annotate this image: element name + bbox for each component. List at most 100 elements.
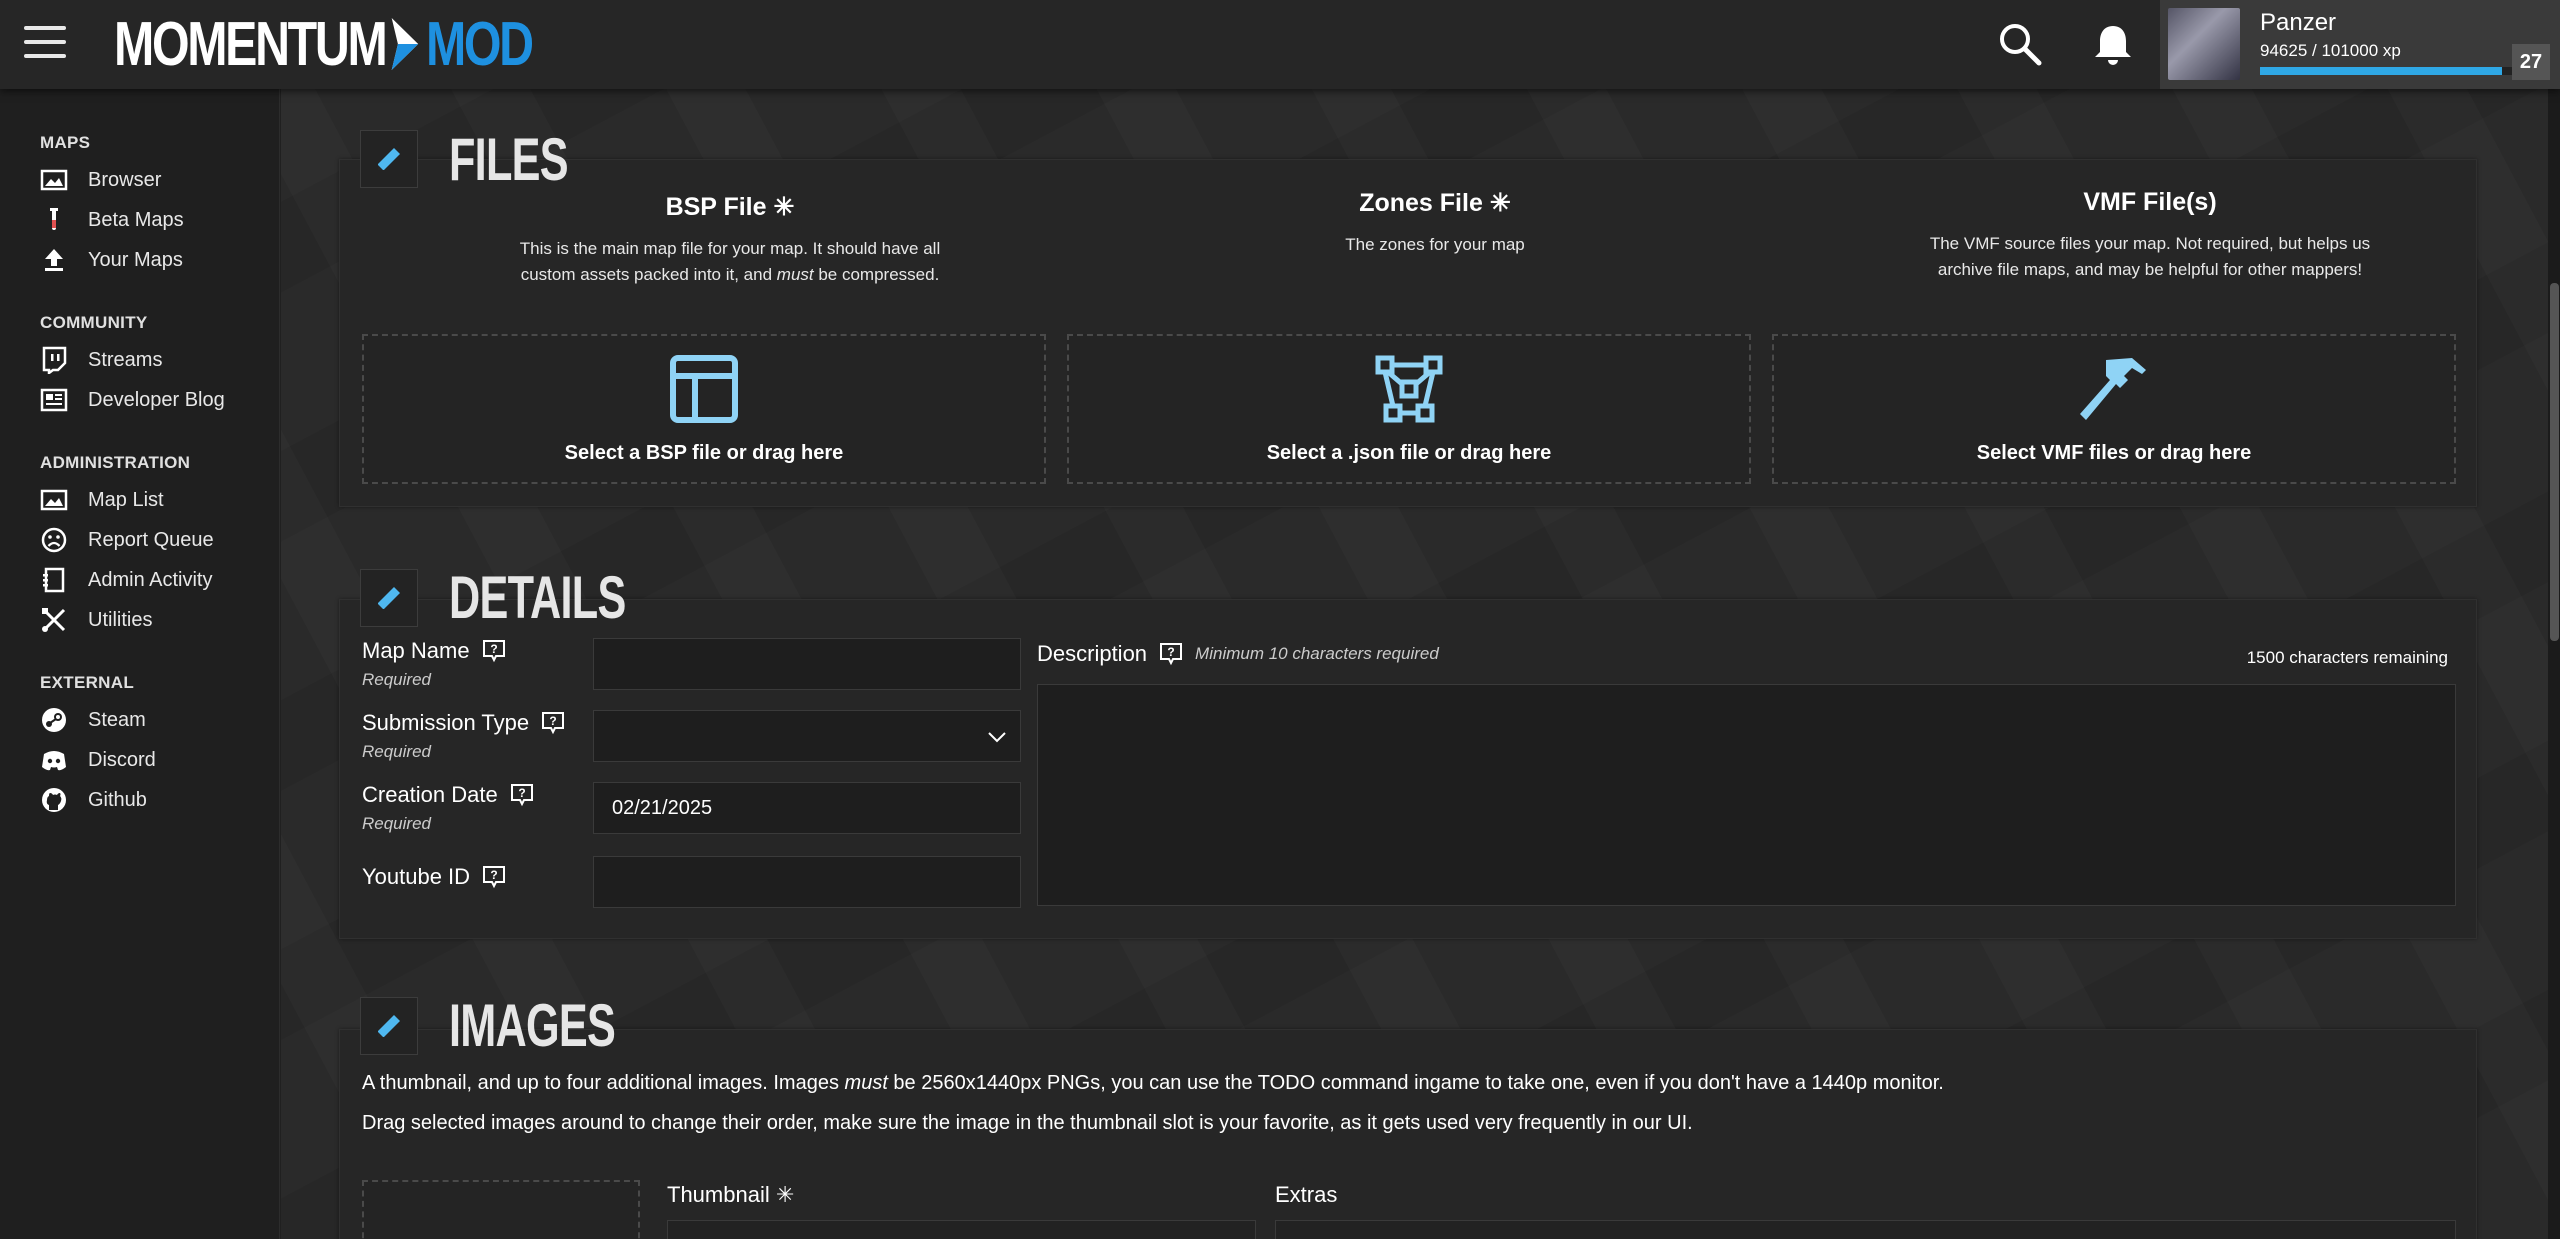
bell-icon[interactable] — [2092, 22, 2134, 66]
logo-text-left: MOMENTUM — [114, 9, 388, 79]
scrollbar-thumb[interactable] — [2550, 283, 2559, 641]
help-icon[interactable]: ? — [1159, 642, 1183, 666]
vector-shape-icon — [1375, 355, 1443, 423]
required-mark: ✳ — [775, 1182, 795, 1207]
extras-slot[interactable] — [1275, 1220, 2456, 1239]
vmf-desc-line1: The VMF source files your map. Not requi… — [1929, 234, 2371, 253]
images-heading: IMAGES — [449, 992, 616, 1059]
user-profile[interactable]: Panzer 94625 / 101000 xp — [2160, 0, 2560, 89]
sidebar-item-github[interactable]: Github — [40, 783, 147, 817]
map-name-required: Required — [362, 670, 431, 689]
chevron-down-icon — [988, 732, 1006, 743]
sidebar-item-label: Github — [88, 788, 147, 811]
help-icon[interactable]: ? — [510, 783, 534, 807]
zones-file-title: Zones File — [1359, 189, 1483, 217]
edit-images-button[interactable] — [360, 997, 418, 1055]
sidebar-item-streams[interactable]: Streams — [40, 343, 162, 377]
youtube-id-input[interactable] — [593, 856, 1021, 908]
zones-dropzone-label: Select a .json file or drag here — [1266, 442, 1552, 464]
bsp-file-title: BSP File — [665, 193, 767, 221]
sidebar-item-your-maps[interactable]: Your Maps — [40, 243, 183, 277]
sidebar-item-browser[interactable]: Browser — [40, 163, 161, 197]
submission-type-select[interactable] — [593, 710, 1021, 762]
sidebar-item-discord[interactable]: Discord — [40, 743, 156, 777]
description-remaining: 1500 characters remaining — [2246, 648, 2448, 667]
images-desc-line2: Drag selected images around to change th… — [362, 1112, 1693, 1134]
twitch-icon — [40, 346, 68, 374]
help-icon[interactable]: ? — [541, 711, 565, 735]
edit-details-button[interactable] — [360, 569, 418, 627]
github-icon — [40, 786, 68, 814]
sidebar-section-external: EXTERNAL — [40, 673, 135, 692]
sidebar-item-admin-activity[interactable]: Admin Activity — [40, 563, 212, 597]
thumbnail-slot[interactable] — [667, 1220, 1256, 1239]
svg-text:?: ? — [490, 868, 497, 882]
description-textarea[interactable] — [1037, 684, 2456, 906]
logo[interactable]: MOMENTUM MOD — [114, 10, 534, 79]
sidebar-item-label: Beta Maps — [88, 208, 184, 231]
username: Panzer — [2260, 9, 2337, 36]
clipboard-icon — [40, 566, 68, 594]
image-icon — [40, 166, 68, 194]
pencil-icon — [378, 148, 400, 170]
vmf-file-title: VMF File(s) — [2083, 188, 2217, 216]
required-mark: ✳ — [1489, 189, 1511, 217]
avatar — [2168, 8, 2240, 80]
images-card: A thumbnail, and up to four additional i… — [339, 1029, 2477, 1239]
sidebar-item-label: Discord — [88, 748, 156, 771]
sidebar-section-community: COMMUNITY — [40, 313, 148, 332]
logo-chevron-icon — [391, 18, 419, 70]
layout-icon — [670, 355, 738, 423]
map-name-label-text: Map Name — [362, 638, 470, 663]
details-card: Map Name? Required Submission Type? Requ… — [339, 599, 2477, 939]
images-desc-line1: A thumbnail, and up to four additional i… — [362, 1072, 1944, 1095]
sidebar-item-steam[interactable]: Steam — [40, 703, 146, 737]
sidebar-item-label: Report Queue — [88, 528, 214, 551]
youtube-id-label: Youtube ID? — [362, 864, 506, 890]
help-icon[interactable]: ? — [482, 865, 506, 889]
images-desc-part1: A thumbnail, and up to four additional i… — [362, 1072, 845, 1094]
xp-progress-fill — [2260, 67, 2502, 75]
submission-type-label: Submission Type? — [362, 710, 565, 736]
page-scrollbar[interactable] — [2548, 89, 2560, 1239]
sidebar-item-beta-maps[interactable]: Beta Maps — [40, 203, 184, 237]
flask-icon — [40, 206, 68, 234]
sidebar-item-map-list[interactable]: Map List — [40, 483, 164, 517]
upload-icon — [40, 246, 68, 274]
zones-dropzone[interactable]: Select a .json file or drag here — [1067, 334, 1751, 484]
sidebar-item-report-queue[interactable]: Report Queue — [40, 523, 214, 557]
sidebar-item-utilities[interactable]: Utilities — [40, 603, 152, 637]
sidebar-item-developer-blog[interactable]: Developer Blog — [40, 383, 225, 417]
bsp-dropzone-label: Select a BSP file or drag here — [564, 442, 844, 464]
help-icon[interactable]: ? — [482, 639, 506, 663]
xp-progress-bar — [2260, 67, 2518, 75]
xp-text: 94625 / 101000 xp — [2260, 41, 2401, 60]
logo-text-right: MOD — [425, 9, 534, 79]
sidebar: MAPS Browser Beta Maps Your Maps COMMUNI… — [0, 89, 280, 1239]
sidebar-item-label: Your Maps — [88, 248, 183, 271]
creation-date-input[interactable]: 02/21/2025 — [593, 782, 1021, 834]
main-content: BSP File ✳ This is the main map file for… — [281, 89, 2548, 1239]
svg-text:?: ? — [490, 642, 497, 656]
image-dropzone[interactable] — [362, 1180, 640, 1239]
menu-icon[interactable] — [24, 26, 68, 62]
description-label-text: Description — [1037, 641, 1148, 666]
svg-text:?: ? — [549, 714, 556, 728]
vmf-dropzone[interactable]: Select VMF files or drag here — [1772, 334, 2456, 484]
sidebar-section-administration: ADMINISTRATION — [40, 453, 191, 472]
bsp-dropzone[interactable]: Select a BSP file or drag here — [362, 334, 1046, 484]
search-icon[interactable] — [1998, 22, 2042, 66]
description-hint: Minimum 10 characters required — [1195, 644, 1439, 663]
files-card: BSP File ✳ This is the main map file for… — [339, 159, 2477, 507]
zones-file-info: Zones File ✳ The zones for your map — [1140, 188, 1730, 258]
map-name-input[interactable] — [593, 638, 1021, 690]
sidebar-item-label: Browser — [88, 168, 162, 191]
newspaper-icon — [40, 386, 68, 414]
map-name-label: Map Name? — [362, 638, 506, 664]
creation-date-required: Required — [362, 814, 431, 833]
bsp-file-info: BSP File ✳ This is the main map file for… — [435, 192, 1025, 288]
edit-files-button[interactable] — [360, 130, 418, 188]
pencil-icon — [378, 1015, 400, 1037]
sidebar-section-maps: MAPS — [40, 133, 91, 152]
zones-desc: The zones for your map — [1345, 235, 1525, 254]
